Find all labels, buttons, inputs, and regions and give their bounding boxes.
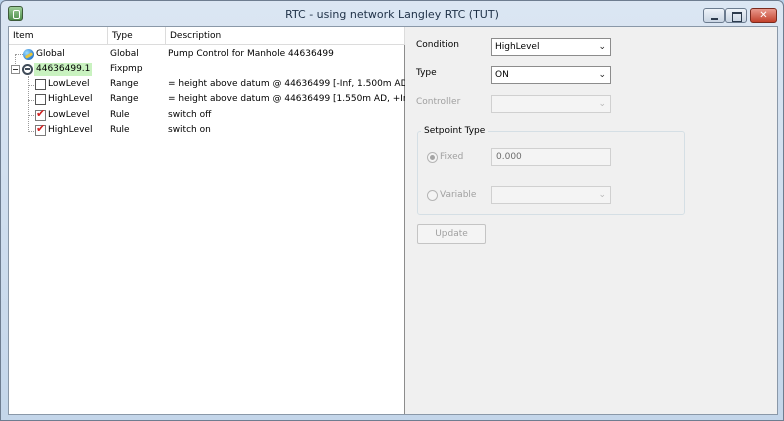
fixed-radio[interactable] — [427, 152, 438, 163]
tree-row-range-lowlevel[interactable]: LowLevel Range = height above datum @ 44… — [9, 77, 411, 92]
chevron-down-icon: ⌄ — [598, 99, 606, 109]
column-header-item[interactable]: Item — [9, 27, 108, 45]
row-type: Global — [110, 49, 139, 59]
type-dropdown[interactable]: ON ⌄ — [491, 66, 611, 84]
tree-row-rule-highlevel[interactable]: HighLevel Rule switch on — [9, 122, 405, 138]
condition-dropdown[interactable]: HighLevel ⌄ — [491, 38, 611, 56]
window-title: RTC - using network Langley RTC (TUT) — [285, 8, 499, 21]
controller-label: Controller — [416, 97, 461, 107]
rtc-window: RTC - using network Langley RTC (TUT) It… — [0, 0, 784, 421]
rule-editor-panel: Condition HighLevel ⌄ Type ON ⌄ Controll… — [408, 27, 777, 414]
maximize-button[interactable] — [725, 8, 747, 23]
close-button[interactable] — [750, 8, 777, 23]
row-type: Range — [110, 94, 139, 104]
range-box-icon — [35, 79, 46, 90]
condition-label: Condition — [416, 40, 459, 50]
row-description: = height above datum @ 44636499 [1.550m … — [168, 94, 416, 104]
row-description: = height above datum @ 44636499 [-Inf, 1… — [168, 79, 412, 89]
row-description: switch on — [168, 125, 211, 135]
variable-label: Variable — [440, 190, 477, 200]
rtc-tree-list[interactable]: Item Type Description Global Global Pump… — [9, 27, 415, 414]
maximize-icon — [726, 9, 746, 22]
minimize-button[interactable] — [703, 8, 725, 23]
range-box-icon — [35, 94, 46, 105]
title-bar[interactable]: RTC - using network Langley RTC (TUT) — [1, 1, 783, 26]
rule-check-icon — [35, 122, 46, 136]
row-type: Fixpmp — [110, 64, 143, 74]
rule-check-icon — [35, 107, 46, 121]
tree-row-range-highlevel[interactable]: HighLevel Range = height above datum @ 4… — [9, 92, 415, 107]
client-area: Item Type Description Global Global Pump… — [8, 26, 778, 415]
row-type: Range — [110, 79, 139, 89]
row-description: Pump Control for Manhole 44636499 — [168, 49, 334, 59]
tree-row-rule-lowlevel[interactable]: LowLevel Rule switch off — [9, 107, 405, 123]
variable-radio[interactable] — [427, 190, 438, 201]
row-type: Rule — [110, 125, 130, 135]
row-item-label: Global — [36, 49, 65, 59]
close-icon — [751, 9, 776, 22]
column-header-type[interactable]: Type — [108, 27, 166, 45]
row-item-label: HighLevel — [48, 94, 93, 104]
row-item-label: HighLevel — [48, 125, 93, 135]
update-button[interactable]: Update — [417, 224, 486, 244]
variable-dropdown[interactable]: ⌄ — [491, 186, 611, 204]
chevron-down-icon: ⌄ — [598, 42, 606, 52]
minimize-icon — [704, 9, 724, 22]
pump-icon — [22, 64, 33, 75]
controller-dropdown[interactable]: ⌄ — [491, 95, 611, 113]
type-value: ON — [495, 70, 509, 80]
condition-value: HighLevel — [495, 42, 540, 52]
tree-row-pump[interactable]: 44636499.1 Fixpmp — [9, 62, 405, 77]
collapse-toggle-icon[interactable] — [11, 65, 20, 74]
row-description: switch off — [168, 110, 212, 120]
setpoint-type-title: Setpoint Type — [421, 126, 489, 136]
chevron-down-icon: ⌄ — [598, 70, 606, 80]
fixed-label: Fixed — [440, 152, 464, 162]
chevron-down-icon: ⌄ — [598, 190, 606, 200]
row-item-label: LowLevel — [48, 110, 90, 120]
row-item-label: LowLevel — [48, 79, 90, 89]
globe-icon — [23, 49, 34, 60]
fixed-value-field[interactable]: 0.000 — [491, 148, 611, 166]
column-header-description[interactable]: Description — [166, 27, 405, 45]
tree-row-global[interactable]: Global Global Pump Control for Manhole 4… — [9, 47, 405, 62]
type-label: Type — [416, 68, 437, 78]
row-type: Rule — [110, 110, 130, 120]
row-item-label-selected: 44636499.1 — [34, 63, 93, 76]
